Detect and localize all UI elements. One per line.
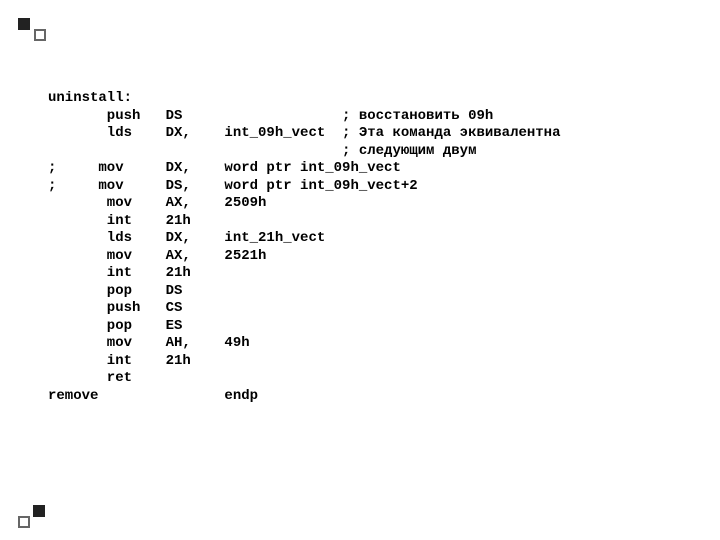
bullet-icon: [18, 516, 30, 528]
bullet-icon: [33, 505, 45, 517]
bullet-icon: [18, 18, 30, 30]
code-block: uninstall: push DS ; восстановить 09h ld…: [0, 0, 720, 405]
bullet-icon: [34, 29, 46, 41]
